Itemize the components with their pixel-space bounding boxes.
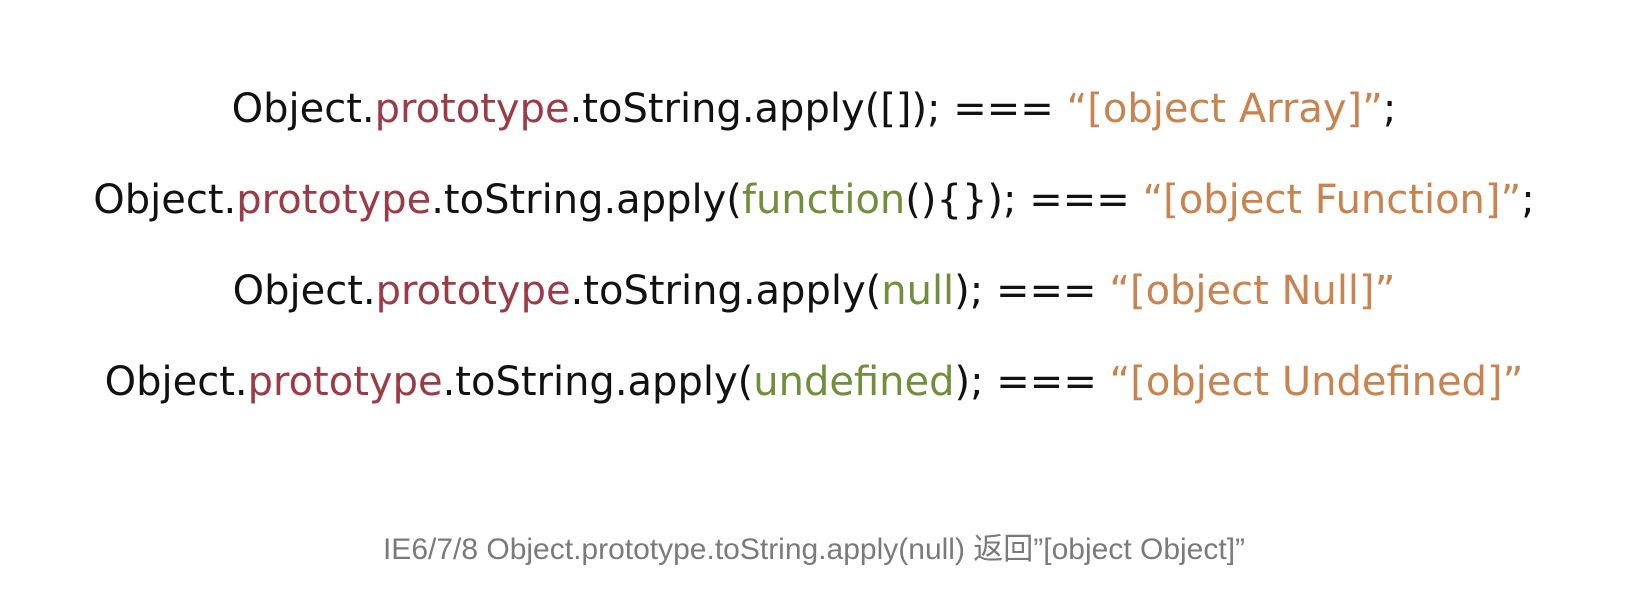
code-prototype: prototype (236, 177, 432, 223)
code-argument-tail: (){} (905, 177, 988, 223)
code-close: ); === (911, 86, 1067, 132)
code-argument: function (741, 177, 906, 223)
code-close: ); === (954, 268, 1110, 314)
code-result-string: “[object Null]” (1109, 268, 1396, 314)
code-object: Object (231, 86, 362, 132)
code-argument: [] (880, 86, 912, 132)
code-dot: . (361, 86, 375, 132)
code-line-undefined: Object.prototype.toString.apply(undefine… (0, 357, 1628, 407)
code-result-string: “[object Function]” (1142, 177, 1522, 223)
code-prototype: prototype (247, 359, 443, 405)
code-call: .toString.apply( (570, 268, 882, 314)
code-argument: null (881, 268, 955, 314)
caption-note: IE6/7/8 Object.prototype.toString.apply(… (382, 533, 1246, 566)
code-dot: . (234, 359, 248, 405)
code-call: .toString.apply( (442, 359, 754, 405)
code-prototype: prototype (374, 86, 570, 132)
code-object: Object (93, 177, 224, 223)
code-result-string: “[object Undefined]” (1109, 359, 1524, 405)
code-semicolon: ; (1521, 177, 1535, 223)
code-close: ); === (987, 177, 1143, 223)
code-object: Object (104, 359, 235, 405)
code-prototype: prototype (375, 268, 571, 314)
code-semicolon: ; (1382, 86, 1397, 132)
code-close: ); === (954, 359, 1110, 405)
code-line-function: Object.prototype.toString.apply(function… (0, 175, 1628, 225)
code-object: Object (232, 268, 363, 314)
code-call: .toString.apply( (569, 86, 881, 132)
code-dot: . (362, 268, 376, 314)
code-dot: . (223, 177, 237, 223)
code-result-string: “[object Array]” (1066, 86, 1383, 132)
slide-canvas: Object.prototype.toString.apply([]); ===… (0, 0, 1628, 614)
code-line-null: Object.prototype.toString.apply(null); =… (0, 266, 1628, 316)
code-line-array: Object.prototype.toString.apply([]); ===… (0, 84, 1628, 134)
code-call: .toString.apply( (431, 177, 742, 223)
code-argument: undefined (753, 359, 955, 405)
